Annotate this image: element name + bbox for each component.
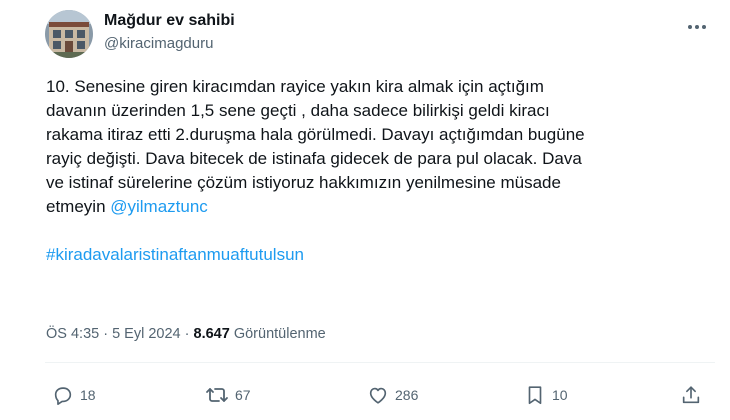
hashtag-line: #kiradavalaristinaftanmuaftutulsun bbox=[46, 243, 696, 267]
tweet-text-line: ve istinaf sürelerine çözüm istiyoruz ha… bbox=[46, 173, 561, 192]
meta-separator: · bbox=[99, 326, 113, 342]
tweet-text-line: davanın üzerinden 1,5 sene geçti , daha … bbox=[46, 101, 550, 120]
tweet-meta: ÖS 4:35 · 5 Eyl 2024 · 8.647 Görüntülenm… bbox=[46, 326, 326, 342]
meta-separator: · bbox=[180, 326, 194, 342]
more-options-button[interactable] bbox=[680, 12, 714, 40]
avatar-image bbox=[45, 10, 93, 58]
more-horizontal-icon bbox=[687, 17, 707, 35]
bookmark-icon bbox=[524, 384, 546, 406]
tweet-text-prefix: etmeyin bbox=[46, 197, 111, 216]
author-name[interactable]: Mağdur ev sahibi bbox=[104, 12, 235, 30]
avatar[interactable] bbox=[45, 10, 93, 58]
like-icon bbox=[367, 384, 389, 406]
tweet-time[interactable]: ÖS 4:35 bbox=[46, 326, 99, 342]
like-count: 286 bbox=[395, 387, 419, 403]
tweet-text: 10. Senesine giren kiracımdan rayice yak… bbox=[46, 75, 696, 267]
tweet-text-line: 10. Senesine giren kiracımdan rayice yak… bbox=[46, 77, 544, 96]
views-count: 8.647 bbox=[193, 326, 230, 342]
views-label: Görüntülenme bbox=[229, 326, 326, 342]
reply-count: 18 bbox=[80, 387, 96, 403]
tweet-text-line: rayiç değişti. Dava bitecek de istinafa … bbox=[46, 149, 582, 168]
bookmark-count: 10 bbox=[552, 387, 568, 403]
author-handle[interactable]: @kiracimagduru bbox=[104, 35, 213, 52]
retweet-button[interactable]: 67 bbox=[205, 382, 251, 408]
tweet-text-line-last: etmeyin @yilmaztunc bbox=[46, 195, 696, 219]
tweet-date[interactable]: 5 Eyl 2024 bbox=[112, 326, 181, 342]
mention-link[interactable]: @yilmaztunc bbox=[110, 197, 208, 216]
hashtag-link[interactable]: #kiradavalaristinaftanmuaftutulsun bbox=[46, 245, 304, 264]
share-button[interactable] bbox=[680, 382, 702, 408]
retweet-count: 67 bbox=[235, 387, 251, 403]
tweet-text-line: rakama itiraz etti 2.duruşma hala görülm… bbox=[46, 125, 585, 144]
bookmark-button[interactable]: 10 bbox=[524, 382, 568, 408]
reply-icon bbox=[52, 384, 74, 406]
divider bbox=[45, 362, 715, 363]
reply-button[interactable]: 18 bbox=[52, 382, 96, 408]
retweet-icon bbox=[205, 384, 229, 406]
share-icon bbox=[680, 384, 702, 406]
like-button[interactable]: 286 bbox=[367, 382, 418, 408]
tweet: Mağdur ev sahibi @kiracimagduru 10. Sene… bbox=[0, 0, 730, 420]
